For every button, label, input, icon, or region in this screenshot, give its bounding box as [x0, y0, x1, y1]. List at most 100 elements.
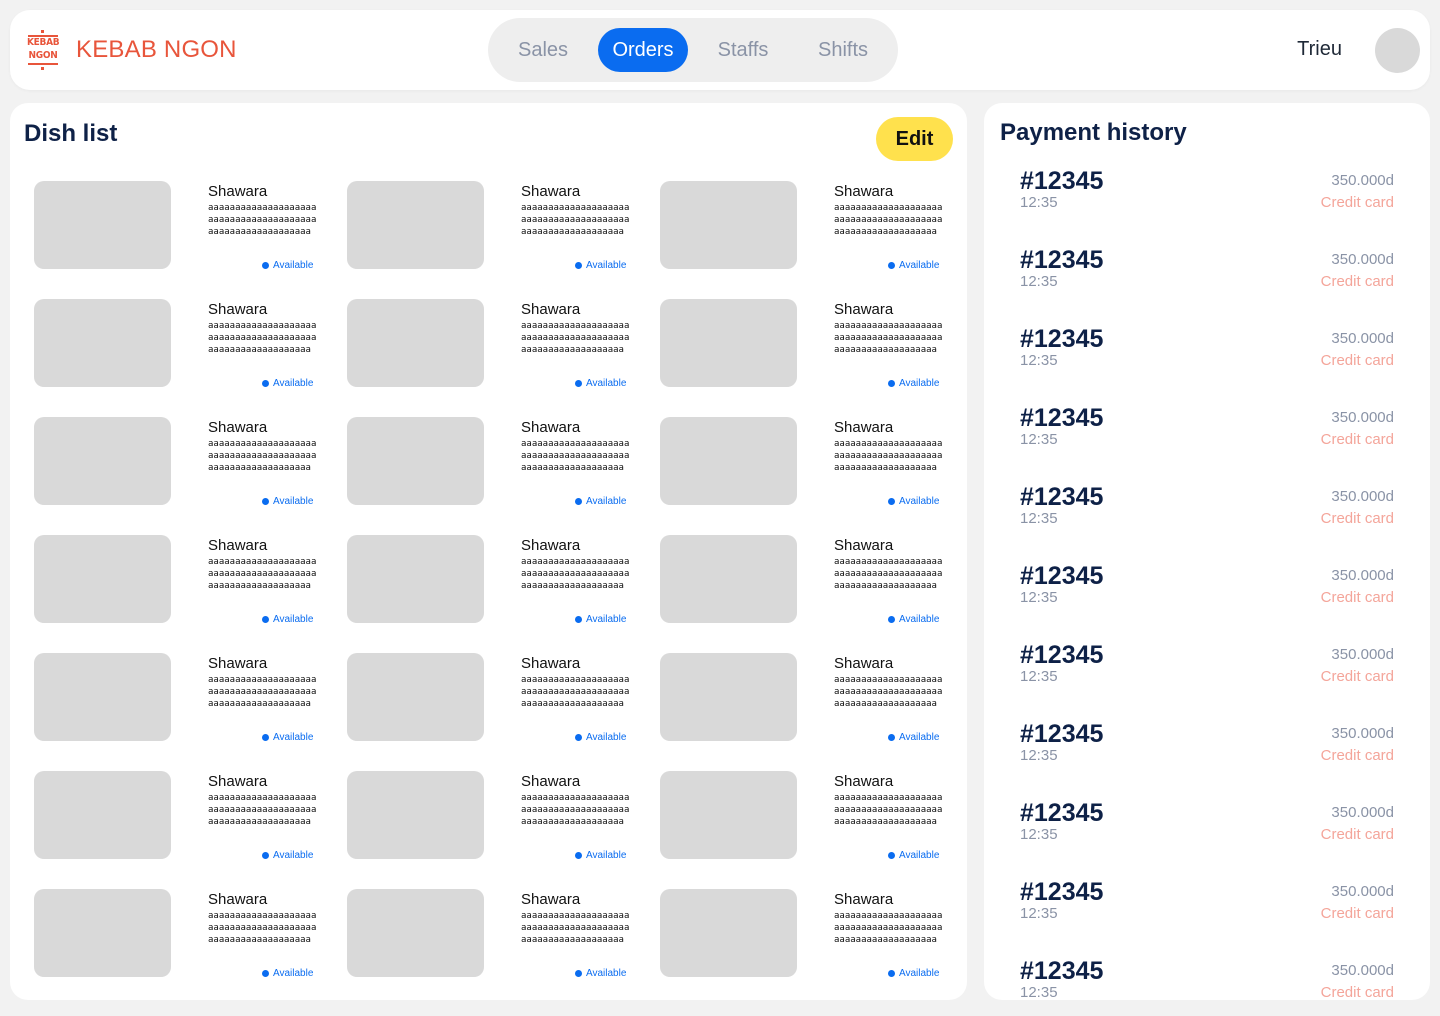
- payment-amount: 350.000d: [1331, 567, 1394, 584]
- payment-method: Credit card: [1320, 194, 1394, 211]
- dish-card[interactable]: Shawara aaaaaaaaaaaaaaaaaaaaaaaaaaaaaaaaa…: [660, 889, 954, 1000]
- dish-status: Available: [575, 614, 626, 625]
- dish-description: aaaaaaaaaaaaaaaaaaaaaaaaaaaaaaaaaaaaaaaa…: [834, 911, 943, 945]
- status-dot-icon: [888, 970, 895, 977]
- dish-card[interactable]: Shawara aaaaaaaaaaaaaaaaaaaaaaaaaaaaaaaaa…: [660, 653, 954, 771]
- order-time: 12:35: [1020, 747, 1058, 764]
- user-name[interactable]: Trieu: [1297, 38, 1342, 61]
- nav-orders[interactable]: Orders: [598, 28, 688, 72]
- payment-row[interactable]: #12345 12:35 350.000d Credit card: [1020, 562, 1394, 641]
- avatar[interactable]: [1375, 28, 1420, 73]
- edit-button[interactable]: Edit: [876, 117, 953, 161]
- dish-status: Available: [888, 614, 939, 625]
- dish-card[interactable]: Shawara aaaaaaaaaaaaaaaaaaaaaaaaaaaaaaaaa…: [660, 417, 954, 535]
- status-dot-icon: [575, 262, 582, 269]
- dish-name: Shawara: [834, 419, 894, 436]
- dish-card[interactable]: Shawara aaaaaaaaaaaaaaaaaaaaaaaaaaaaaaaaa…: [347, 771, 660, 889]
- order-id: #12345: [1020, 957, 1104, 985]
- order-id: #12345: [1020, 167, 1104, 195]
- dish-card[interactable]: Shawara aaaaaaaaaaaaaaaaaaaaaaaaaaaaaaaaa…: [347, 653, 660, 771]
- dish-card[interactable]: Shawara aaaaaaaaaaaaaaaaaaaaaaaaaaaaaaaaa…: [660, 299, 954, 417]
- order-time: 12:35: [1020, 510, 1058, 527]
- kebab-ngon-logo-icon[interactable]: KEBAB NGON: [27, 30, 60, 70]
- payment-method: Credit card: [1320, 984, 1394, 1000]
- dish-image: [660, 181, 797, 269]
- payment-amount: 350.000d: [1331, 962, 1394, 979]
- dish-status-label: Available: [586, 614, 627, 625]
- dish-status-label: Available: [586, 850, 627, 861]
- payment-amount: 350.000d: [1331, 883, 1394, 900]
- dish-status: Available: [888, 968, 939, 979]
- dish-status: Available: [888, 850, 939, 861]
- dish-name: Shawara: [834, 537, 894, 554]
- dish-card[interactable]: Shawara aaaaaaaaaaaaaaaaaaaaaaaaaaaaaaaaa…: [660, 535, 954, 653]
- payment-row[interactable]: #12345 12:35 350.000d Credit card: [1020, 720, 1394, 799]
- nav-shifts[interactable]: Shifts: [798, 28, 888, 72]
- payment-method: Credit card: [1320, 273, 1394, 290]
- nav-staffs[interactable]: Staffs: [698, 28, 788, 72]
- dish-card[interactable]: Shawara aaaaaaaaaaaaaaaaaaaaaaaaaaaaaaaaa…: [347, 417, 660, 535]
- dish-description: aaaaaaaaaaaaaaaaaaaaaaaaaaaaaaaaaaaaaaaa…: [521, 321, 630, 355]
- dish-description: aaaaaaaaaaaaaaaaaaaaaaaaaaaaaaaaaaaaaaaa…: [521, 675, 630, 709]
- payment-list[interactable]: #12345 12:35 350.000d Credit card #12345 12:3…: [1020, 167, 1394, 1000]
- dish-description: aaaaaaaaaaaaaaaaaaaaaaaaaaaaaaaaaaaaaaaa…: [208, 557, 317, 591]
- dish-description: aaaaaaaaaaaaaaaaaaaaaaaaaaaaaaaaaaaaaaaa…: [208, 321, 317, 355]
- order-time: 12:35: [1020, 826, 1058, 843]
- status-dot-icon: [575, 616, 582, 623]
- dish-image: [660, 299, 797, 387]
- dish-card[interactable]: Shawara aaaaaaaaaaaaaaaaaaaaaaaaaaaaaaaaa…: [660, 771, 954, 889]
- status-dot-icon: [262, 852, 269, 859]
- dish-card[interactable]: Shawara aaaaaaaaaaaaaaaaaaaaaaaaaaaaaaaaa…: [347, 889, 660, 1000]
- dish-status-label: Available: [899, 378, 940, 389]
- dish-description: aaaaaaaaaaaaaaaaaaaaaaaaaaaaaaaaaaaaaaaa…: [521, 557, 630, 591]
- dish-card[interactable]: Shawara aaaaaaaaaaaaaaaaaaaaaaaaaaaaaaaaa…: [347, 181, 660, 299]
- payment-row[interactable]: #12345 12:35 350.000d Credit card: [1020, 325, 1394, 404]
- payment-row[interactable]: #12345 12:35 350.000d Credit card: [1020, 246, 1394, 325]
- dish-status-label: Available: [899, 614, 940, 625]
- payment-amount: 350.000d: [1331, 488, 1394, 505]
- order-id: #12345: [1020, 720, 1104, 748]
- dish-status: Available: [262, 614, 313, 625]
- status-dot-icon: [888, 380, 895, 387]
- payment-method: Credit card: [1320, 589, 1394, 606]
- dish-card[interactable]: Shawara aaaaaaaaaaaaaaaaaaaaaaaaaaaaaaaaa…: [34, 535, 347, 653]
- dish-card[interactable]: Shawara aaaaaaaaaaaaaaaaaaaaaaaaaaaaaaaaa…: [347, 535, 660, 653]
- payment-row[interactable]: #12345 12:35 350.000d Credit card: [1020, 167, 1394, 246]
- dish-card[interactable]: Shawara aaaaaaaaaaaaaaaaaaaaaaaaaaaaaaaaa…: [34, 181, 347, 299]
- dish-card[interactable]: Shawara aaaaaaaaaaaaaaaaaaaaaaaaaaaaaaaaa…: [660, 181, 954, 299]
- payment-row[interactable]: #12345 12:35 350.000d Credit card: [1020, 799, 1394, 878]
- payment-row[interactable]: #12345 12:35 350.000d Credit card: [1020, 641, 1394, 720]
- dish-image: [34, 771, 171, 859]
- status-dot-icon: [262, 380, 269, 387]
- order-id: #12345: [1020, 404, 1104, 432]
- payment-amount: 350.000d: [1331, 646, 1394, 663]
- dish-status: Available: [888, 260, 939, 271]
- dish-card[interactable]: Shawara aaaaaaaaaaaaaaaaaaaaaaaaaaaaaaaaa…: [34, 889, 347, 1000]
- dish-description: aaaaaaaaaaaaaaaaaaaaaaaaaaaaaaaaaaaaaaaa…: [834, 321, 943, 355]
- dish-card[interactable]: Shawara aaaaaaaaaaaaaaaaaaaaaaaaaaaaaaaaa…: [34, 417, 347, 535]
- dish-card[interactable]: Shawara aaaaaaaaaaaaaaaaaaaaaaaaaaaaaaaaa…: [34, 653, 347, 771]
- payment-row[interactable]: #12345 12:35 350.000d Credit card: [1020, 404, 1394, 483]
- payment-row[interactable]: #12345 12:35 350.000d Credit card: [1020, 957, 1394, 1000]
- dish-card[interactable]: Shawara aaaaaaaaaaaaaaaaaaaaaaaaaaaaaaaaa…: [34, 771, 347, 889]
- dish-image: [660, 771, 797, 859]
- dish-status: Available: [888, 732, 939, 743]
- payment-row[interactable]: #12345 12:35 350.000d Credit card: [1020, 483, 1394, 562]
- dish-name: Shawara: [208, 537, 268, 554]
- dish-status-label: Available: [273, 614, 314, 625]
- brand-name[interactable]: KEBAB NGON: [76, 36, 237, 64]
- dish-status-label: Available: [899, 732, 940, 743]
- payment-history-panel: Payment history #12345 12:35 350.000d Credi…: [984, 103, 1430, 1000]
- payment-row[interactable]: #12345 12:35 350.000d Credit card: [1020, 878, 1394, 957]
- dish-card[interactable]: Shawara aaaaaaaaaaaaaaaaaaaaaaaaaaaaaaaaa…: [347, 299, 660, 417]
- dish-card[interactable]: Shawara aaaaaaaaaaaaaaaaaaaaaaaaaaaaaaaaa…: [34, 299, 347, 417]
- order-time: 12:35: [1020, 431, 1058, 448]
- order-id: #12345: [1020, 246, 1104, 274]
- dish-status: Available: [262, 378, 313, 389]
- nav-sales[interactable]: Sales: [498, 28, 588, 72]
- status-dot-icon: [888, 734, 895, 741]
- payment-method: Credit card: [1320, 826, 1394, 843]
- dish-image: [660, 653, 797, 741]
- dish-description: aaaaaaaaaaaaaaaaaaaaaaaaaaaaaaaaaaaaaaaa…: [834, 439, 943, 473]
- dish-name: Shawara: [834, 655, 894, 672]
